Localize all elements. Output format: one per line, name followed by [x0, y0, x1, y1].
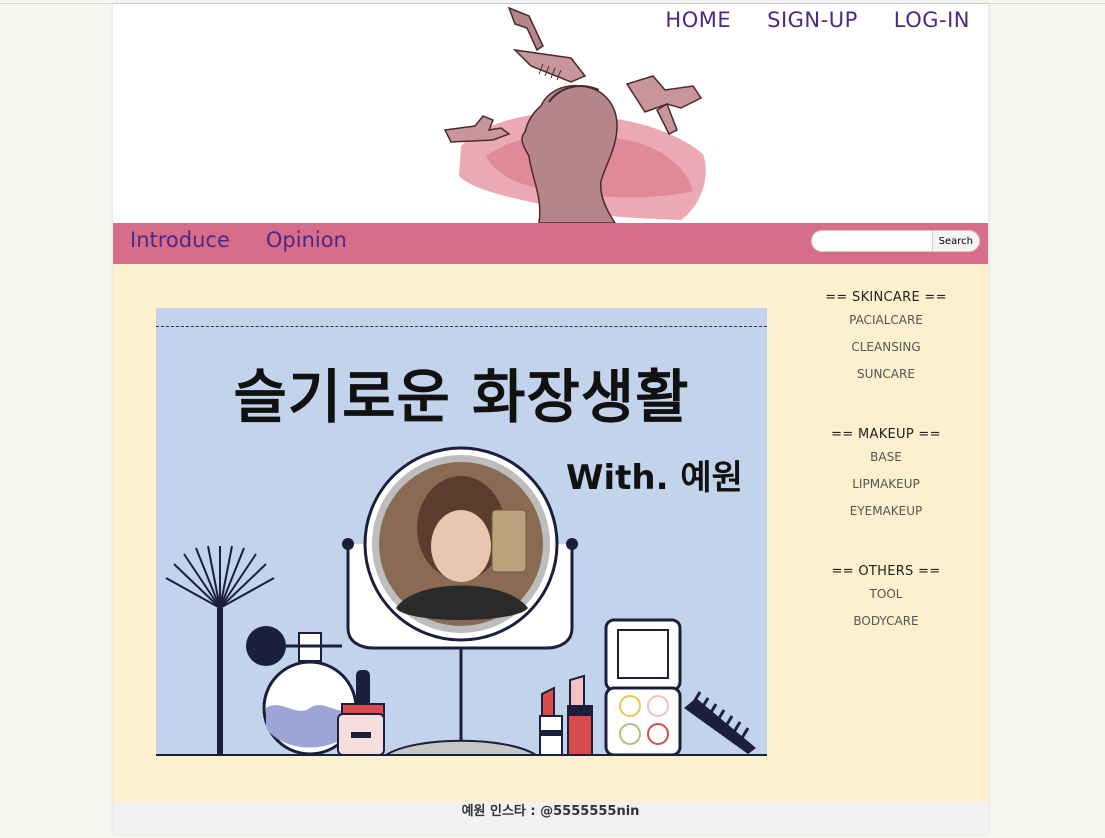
comb-icon: [684, 691, 756, 754]
introduce-link[interactable]: Introduce: [130, 228, 230, 252]
search-button[interactable]: Search: [931, 230, 980, 252]
sidebar-heading-others: == OTHERS ==: [831, 564, 941, 579]
sidebar-item-base[interactable]: BASE: [793, 450, 979, 464]
sidebar-item-lipmakeup[interactable]: LIPMAKEUP: [793, 477, 979, 491]
sidebar-item-pacialcare[interactable]: PACIALCARE: [793, 313, 979, 327]
sidebar-group-skincare: == SKINCARE == PACIALCARE CLEANSING SUNC…: [793, 290, 979, 381]
sidebar-heading-skincare: == SKINCARE ==: [825, 290, 947, 305]
lipstick-icon: [539, 674, 593, 756]
header: HOME SIGN-UP LOG-IN: [113, 4, 988, 223]
main-nav-menu: Introduce Opinion: [130, 228, 347, 252]
search-input[interactable]: [810, 230, 932, 252]
sidebar-item-tool[interactable]: TOOL: [793, 587, 979, 601]
banner-title: 슬기로운 화장생활: [233, 363, 690, 431]
footer: 예원 인스타 : @5555555nin: [113, 802, 988, 834]
main-nav-bar: Introduce Opinion Search: [113, 223, 988, 264]
login-link[interactable]: LOG-IN: [894, 8, 970, 32]
sidebar-item-bodycare[interactable]: BODYCARE: [793, 614, 979, 628]
sidebar-item-suncare[interactable]: SUNCARE: [793, 367, 979, 381]
sidebar-group-makeup: == MAKEUP == BASE LIPMAKEUP EYEMAKEUP: [793, 427, 979, 518]
category-sidebar: == SKINCARE == PACIALCARE CLEANSING SUNC…: [793, 290, 979, 674]
palette-icon: [604, 618, 682, 756]
page-container: HOME SIGN-UP LOG-IN Introduce Opinion Se…: [113, 4, 988, 834]
banner-subtitle: With. 예원: [566, 458, 743, 498]
search-form: Search: [810, 230, 980, 252]
main-content: 슬기로운 화장생활 With. 예원 == SKINCARE == PACIAL…: [113, 264, 988, 802]
signup-link[interactable]: SIGN-UP: [767, 8, 858, 32]
sidebar-heading-makeup: == MAKEUP ==: [831, 427, 941, 442]
beauty-silhouette-logo: [443, 6, 706, 223]
sidebar-item-cleansing[interactable]: CLEANSING: [793, 340, 979, 354]
hero-banner: 슬기로운 화장생활 With. 예원: [156, 308, 767, 756]
home-link[interactable]: HOME: [665, 8, 731, 32]
top-nav: HOME SIGN-UP LOG-IN: [665, 8, 970, 32]
sidebar-item-eyemakeup[interactable]: EYEMAKEUP: [793, 504, 979, 518]
footer-instagram-text: 예원 인스타 : @5555555nin: [461, 804, 640, 819]
mirror-icon: [342, 446, 578, 650]
sidebar-group-others: == OTHERS == TOOL BODYCARE: [793, 564, 979, 628]
opinion-link[interactable]: Opinion: [266, 228, 347, 252]
